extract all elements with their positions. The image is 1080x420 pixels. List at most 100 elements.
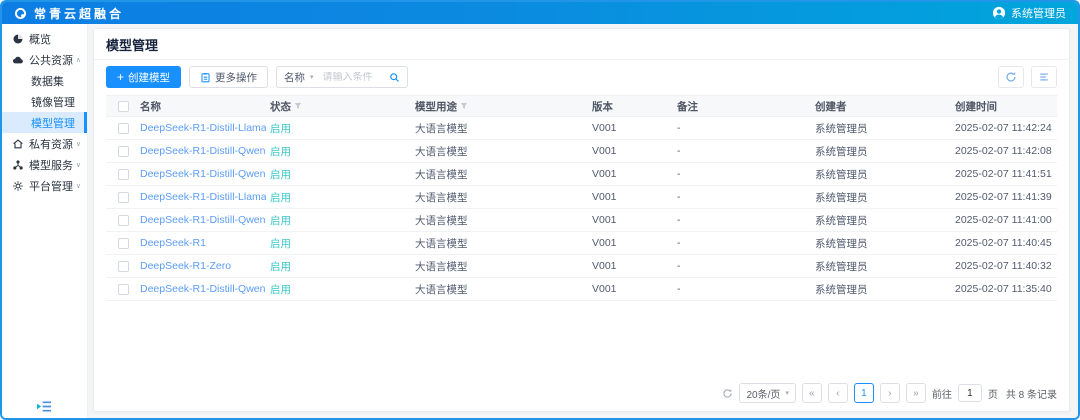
sidebar-collapse-button[interactable] xyxy=(2,400,87,413)
brand-logo-icon xyxy=(14,7,27,20)
model-table: 名称状态模型用途版本备注创建者创建时间DeepSeek-R1-Distill-L… xyxy=(106,95,1057,301)
table-row: DeepSeek-R1-Distill-Qwen-7B启用大语言模型V001-系… xyxy=(106,278,1057,301)
model-creator: 系统管理员 xyxy=(815,167,868,182)
cloud-icon xyxy=(12,54,24,66)
model-name-link[interactable]: DeepSeek-R1-Distill-Llama-8B xyxy=(140,191,266,203)
table-row: DeepSeek-R1-Distill-Llama-70B启用大语言模型V001… xyxy=(106,117,1057,140)
model-creator: 系统管理员 xyxy=(815,190,868,205)
model-name-link[interactable]: DeepSeek-R1-Distill-Qwen-14B xyxy=(140,168,266,180)
model-purpose: 大语言模型 xyxy=(415,121,468,136)
search-button[interactable] xyxy=(383,67,407,87)
more-actions-button[interactable]: 更多操作 xyxy=(189,66,268,88)
search-input[interactable] xyxy=(321,72,383,83)
table-row: DeepSeek-R1-Distill-Qwen-14B启用大语言模型V001-… xyxy=(106,163,1057,186)
search-icon xyxy=(389,72,400,83)
sidebar-item-label: 概览 xyxy=(29,31,81,47)
next-page-button[interactable]: › xyxy=(880,383,900,403)
sidebar-item-dataset[interactable]: 数据集 xyxy=(2,70,87,91)
refresh-icon xyxy=(722,388,733,399)
refresh-button[interactable] xyxy=(998,66,1024,88)
model-version: V001 xyxy=(592,122,617,134)
select-all-checkbox[interactable] xyxy=(118,101,129,112)
model-purpose: 大语言模型 xyxy=(415,282,468,297)
model-creator: 系统管理员 xyxy=(815,259,868,274)
column-settings-button[interactable] xyxy=(1031,66,1057,88)
filter-icon[interactable] xyxy=(460,102,468,110)
toolbar-right xyxy=(998,66,1057,88)
first-page-button[interactable]: « xyxy=(802,383,822,403)
sidebar-item-public-resources[interactable]: 公共资源∧ xyxy=(2,49,87,70)
overview-icon xyxy=(12,33,24,45)
sidebar-item-image-management[interactable]: 镜像管理 xyxy=(2,91,87,112)
model-version: V001 xyxy=(592,145,617,157)
sidebar-item-platform-management[interactable]: 平台管理∨ xyxy=(2,175,87,196)
refresh-icon xyxy=(1005,71,1017,83)
toolbar: + 创建模型 更多操作 名称 ▾ xyxy=(94,60,1069,93)
model-version: V001 xyxy=(592,214,617,226)
row-checkbox[interactable] xyxy=(118,215,129,226)
filter-icon[interactable] xyxy=(294,102,302,110)
model-purpose: 大语言模型 xyxy=(415,167,468,182)
row-checkbox[interactable] xyxy=(118,123,129,134)
created-time: 2025-02-07 11:42:08 xyxy=(955,145,1052,157)
chevron-down-icon: ∨ xyxy=(76,161,81,169)
table-row: DeepSeek-R1启用大语言模型V001-系统管理员2025-02-07 1… xyxy=(106,232,1057,255)
model-name-link[interactable]: DeepSeek-R1-Distill-Qwen-32B xyxy=(140,145,266,157)
sidebar: 概览公共资源∧数据集镜像管理模型管理私有资源∨模型服务∨平台管理∨ xyxy=(2,24,88,418)
column-header: 版本 xyxy=(588,99,673,114)
sidebar-item-overview[interactable]: 概览 xyxy=(2,28,87,49)
last-page-button[interactable]: » xyxy=(906,383,926,403)
model-version: V001 xyxy=(592,191,617,203)
column-header: 创建时间 xyxy=(951,99,1057,114)
search-field-value: 名称 xyxy=(284,70,305,85)
row-checkbox[interactable] xyxy=(118,169,129,180)
page-1-button[interactable]: 1 xyxy=(854,383,874,403)
model-version: V001 xyxy=(592,283,617,295)
created-time: 2025-02-07 11:40:45 xyxy=(955,237,1052,249)
model-creator: 系统管理员 xyxy=(815,144,868,159)
model-creator: 系统管理员 xyxy=(815,121,868,136)
sidebar-item-label: 公共资源 xyxy=(29,52,74,68)
model-remark: - xyxy=(677,122,681,134)
create-model-label: 创建模型 xyxy=(128,70,170,85)
row-checkbox[interactable] xyxy=(118,238,129,249)
user-menu[interactable]: 系统管理员 xyxy=(992,5,1066,21)
goto-label: 前往 xyxy=(932,386,952,401)
model-purpose: 大语言模型 xyxy=(415,259,468,274)
pagination-refresh-button[interactable] xyxy=(722,388,733,399)
search-group: 名称 ▾ xyxy=(276,66,408,88)
model-name-link[interactable]: DeepSeek-R1-Zero xyxy=(140,260,231,272)
gear-icon xyxy=(12,180,24,192)
created-time: 2025-02-07 11:42:24 xyxy=(955,122,1052,134)
model-name-link[interactable]: DeepSeek-R1-Distill-Llama-70B xyxy=(140,122,266,134)
prev-page-button[interactable]: ‹ xyxy=(828,383,848,403)
column-header: 模型用途 xyxy=(411,99,588,114)
row-checkbox[interactable] xyxy=(118,146,129,157)
model-name-link[interactable]: DeepSeek-R1-Distill-Qwen-7B xyxy=(140,283,266,295)
create-model-button[interactable]: + 创建模型 xyxy=(106,66,181,88)
goto-page-input[interactable] xyxy=(958,384,982,402)
model-name-link[interactable]: DeepSeek-R1-Distill-Qwen-1.5B xyxy=(140,214,266,226)
created-time: 2025-02-07 11:41:39 xyxy=(955,191,1052,203)
user-name: 系统管理员 xyxy=(1011,5,1066,21)
column-header: 备注 xyxy=(673,99,811,114)
column-header: 创建者 xyxy=(811,99,951,114)
created-time: 2025-02-07 11:35:40 xyxy=(955,283,1052,295)
sidebar-item-private-resources[interactable]: 私有资源∨ xyxy=(2,133,87,154)
status-badge: 启用 xyxy=(270,167,291,182)
sidebar-item-model-management[interactable]: 模型管理 xyxy=(2,112,87,133)
row-checkbox[interactable] xyxy=(118,284,129,295)
column-header: 名称 xyxy=(136,99,266,114)
app-window: 常青云超融合 系统管理员 概览公共资源∧数据集镜像管理模型管理私有资源∨模型服务… xyxy=(0,0,1080,420)
content-card: 模型管理 + 创建模型 更多操作 名称 xyxy=(93,28,1070,412)
model-creator: 系统管理员 xyxy=(815,282,868,297)
model-name-link[interactable]: DeepSeek-R1 xyxy=(140,237,206,249)
page-size-select[interactable]: 20条/页 ▾ xyxy=(739,383,795,403)
search-field-select[interactable]: 名称 ▾ xyxy=(277,70,321,85)
total-records: 共 8 条记录 xyxy=(1006,386,1057,401)
main-area: 模型管理 + 创建模型 更多操作 名称 xyxy=(88,24,1078,418)
row-checkbox[interactable] xyxy=(118,192,129,203)
row-checkbox[interactable] xyxy=(118,261,129,272)
sidebar-item-label: 模型服务 xyxy=(29,157,74,173)
sidebar-item-model-service[interactable]: 模型服务∨ xyxy=(2,154,87,175)
